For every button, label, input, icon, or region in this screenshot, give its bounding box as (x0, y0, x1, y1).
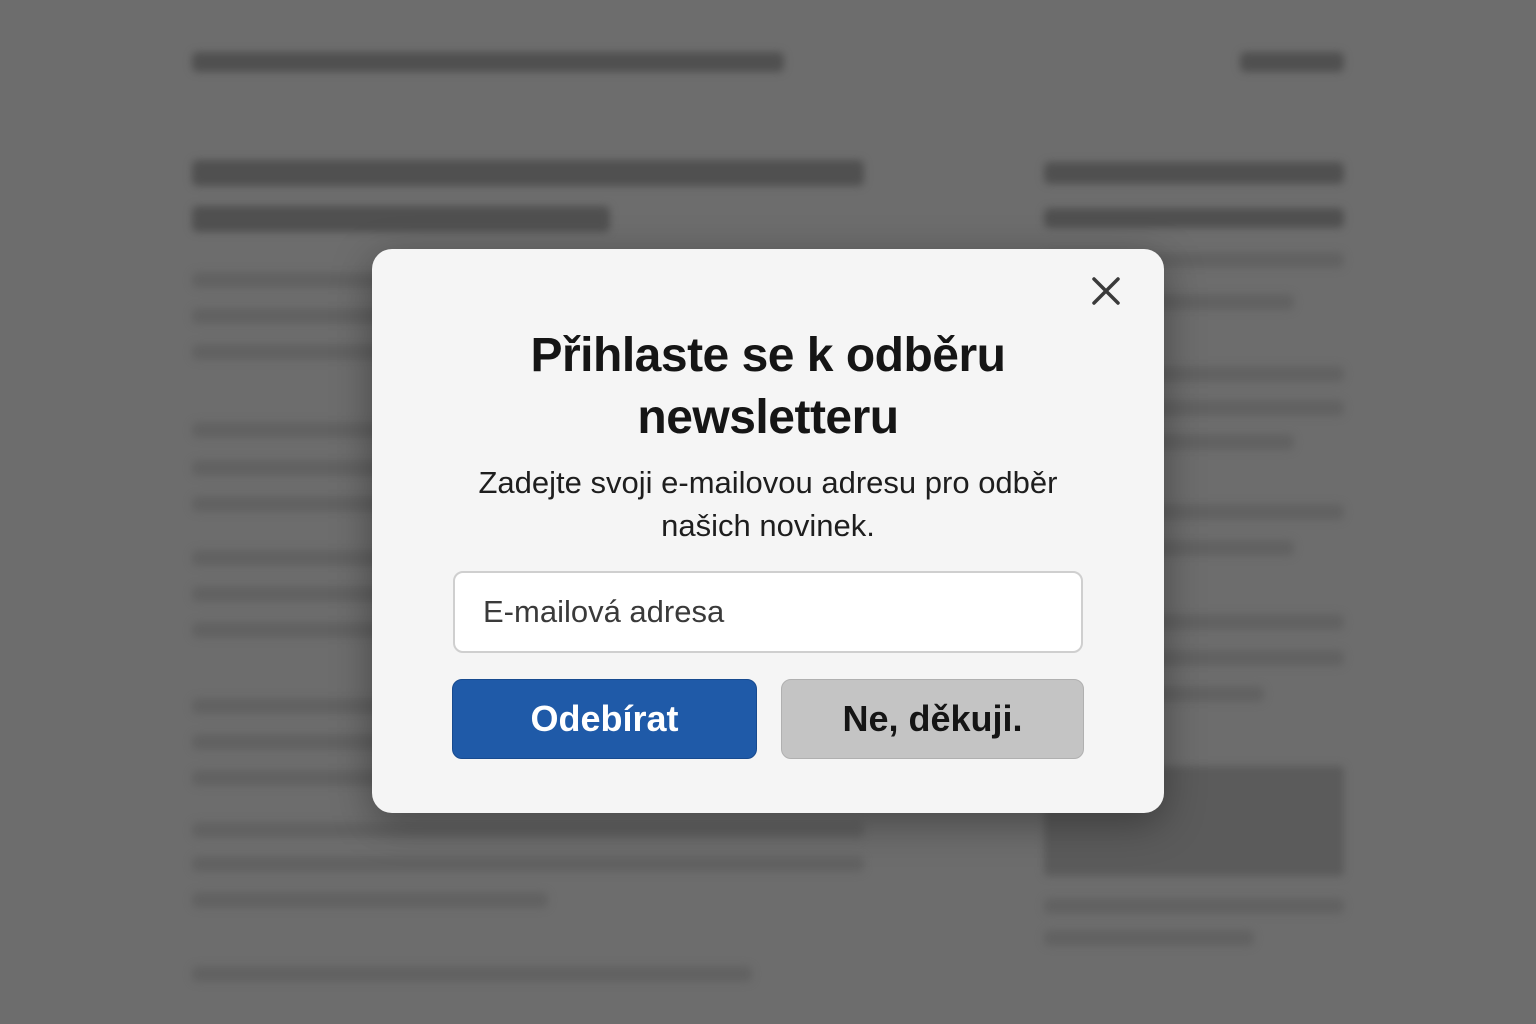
modal-title: Přihlaste se k odběru newsletteru (530, 329, 1006, 444)
subscribe-button[interactable]: Odebírat (452, 679, 757, 759)
decline-button[interactable]: Ne, děkuji. (781, 679, 1084, 759)
blurred-header-link (1240, 52, 1344, 72)
blurred-article-heading-line (192, 160, 864, 186)
blurred-paragraph-line (192, 856, 864, 872)
blurred-header-text (192, 52, 784, 72)
blurred-paragraph-line (192, 892, 548, 908)
blurred-paragraph-line (192, 966, 752, 982)
blurred-paragraph-line (192, 822, 864, 838)
blurred-sidebar-heading (1044, 162, 1344, 184)
modal-description: Zadejte svoji e-mailovou adresu pro odbě… (478, 465, 1058, 543)
blurred-article-heading-line (192, 206, 610, 232)
close-icon (1092, 277, 1120, 305)
page: Přihlaste se k odběru newsletteru Zadejt… (0, 0, 1536, 1024)
blurred-sidebar-line (1044, 898, 1344, 914)
blurred-sidebar-line (1044, 930, 1254, 946)
blurred-sidebar-line (1044, 208, 1344, 228)
email-field[interactable] (453, 571, 1083, 653)
newsletter-modal: Přihlaste se k odběru newsletteru Zadejt… (372, 249, 1164, 813)
close-button[interactable] (1088, 273, 1124, 309)
